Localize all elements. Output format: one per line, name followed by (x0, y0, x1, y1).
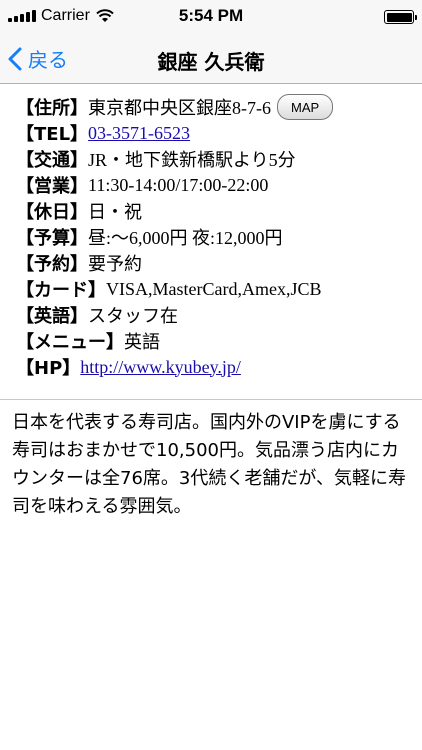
menu-label: 【メニュー】 (16, 332, 124, 353)
english-value: スタッフ在 (88, 306, 178, 326)
info-row-hours: 【営業】 11:30-14:00/17:00-22:00 (16, 172, 412, 198)
holiday-label: 【休日】 (16, 202, 88, 223)
shop-info: 【住所】 東京都中央区銀座8-7-6 MAP 【TEL】 03-3571-652… (16, 94, 412, 380)
access-value: JR・地下鉄新橋駅より5分 (88, 150, 296, 170)
page-title: 銀座 久兵衛 (157, 50, 265, 74)
budget-label: 【予算】 (16, 228, 88, 249)
holiday-value: 日・祝 (88, 202, 142, 222)
hours-value: 11:30-14:00/17:00-22:00 (88, 174, 269, 195)
shop-description: 日本を代表する寿司店。国内外のVIPを虜にする寿司はおまかせで10,500円。気… (12, 412, 406, 517)
status-time: 5:54 PM (178, 6, 244, 25)
info-row-card: 【カード】 VISA,MasterCard,Amex,JCB (16, 276, 412, 302)
hp-label: 【HP】 (16, 358, 81, 379)
info-row-access: 【交通】 JR・地下鉄新橋駅より5分 (16, 146, 412, 172)
navigation-bar: 戻る 銀座 久兵衛 (0, 38, 422, 84)
divider (0, 399, 422, 400)
info-row-hp: 【HP】 http://www.kyubey.jp/ (16, 354, 412, 380)
reservation-label: 【予約】 (16, 254, 88, 275)
battery-icon (384, 10, 417, 24)
map-button[interactable]: MAP (277, 94, 334, 120)
info-row-english: 【英語】 スタッフ在 (16, 302, 412, 328)
access-label: 【交通】 (16, 150, 88, 171)
address-label: 【住所】 (16, 98, 88, 119)
card-label: 【カード】 (16, 280, 106, 301)
budget-value: 昼:〜6,000円 夜:12,000円 (88, 228, 283, 248)
reservation-value: 要予約 (88, 254, 142, 274)
status-bar: Carrier 5:54 PM (0, 0, 422, 38)
english-label: 【英語】 (16, 306, 88, 327)
info-row-holiday: 【休日】 日・祝 (16, 198, 412, 224)
address-value: 東京都中央区銀座8-7-6 (88, 98, 271, 118)
tel-link[interactable]: 03-3571-6523 (88, 123, 190, 144)
info-row-address: 【住所】 東京都中央区銀座8-7-6 MAP (16, 94, 412, 120)
card-value: VISA,MasterCard,Amex,JCB (106, 278, 322, 299)
website-link[interactable]: http://www.kyubey.jp/ (80, 357, 241, 378)
info-row-tel: 【TEL】 03-3571-6523 (16, 120, 412, 146)
hours-label: 【営業】 (16, 176, 88, 197)
info-row-reservation: 【予約】 要予約 (16, 250, 412, 276)
tel-label: 【TEL】 (16, 124, 89, 145)
menu-value: 英語 (124, 332, 160, 352)
info-row-menu: 【メニュー】 英語 (16, 328, 412, 354)
info-row-budget: 【予算】 昼:〜6,000円 夜:12,000円 (16, 224, 412, 250)
